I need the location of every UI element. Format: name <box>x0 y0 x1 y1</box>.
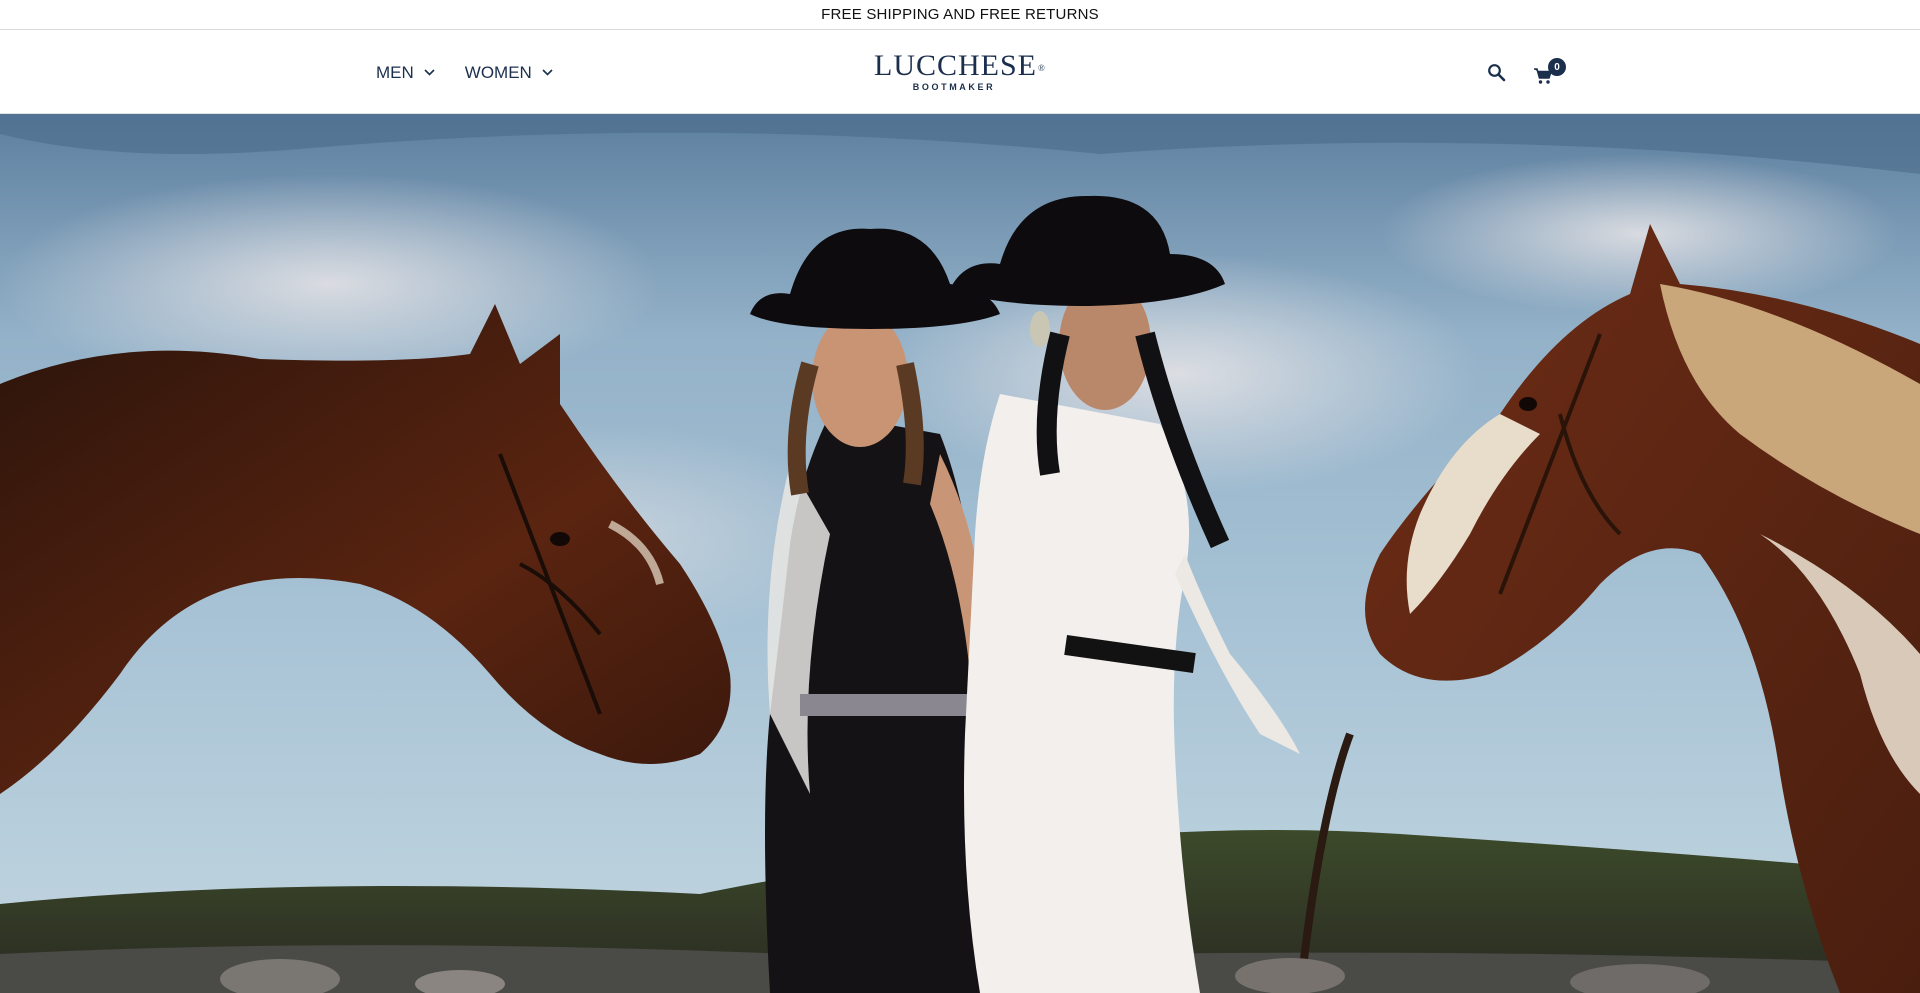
logo-tagline: BOOTMAKER <box>912 82 996 92</box>
search-button[interactable] <box>1486 62 1508 84</box>
chevron-down-icon <box>542 69 553 76</box>
hero-image <box>0 114 1920 993</box>
cart-count-badge: 0 <box>1548 58 1566 76</box>
brand-logo[interactable]: LUCCHESE® BOOTMAKER <box>874 49 1046 97</box>
main-nav: MEN WOMEN <box>376 31 553 114</box>
nav-item-label: MEN <box>376 62 414 82</box>
cart-button[interactable]: 0 <box>1533 58 1573 88</box>
nav-item-women[interactable]: WOMEN <box>465 63 553 83</box>
announcement-text: FREE SHIPPING AND FREE RETURNS <box>821 6 1099 23</box>
site-header: MEN WOMEN LUCCHESE® BOOTMAKER 0 <box>0 31 1920 114</box>
search-icon <box>1486 64 1508 88</box>
nav-item-men[interactable]: MEN <box>376 63 435 83</box>
announcement-bar: FREE SHIPPING AND FREE RETURNS <box>0 0 1920 30</box>
hero-banner[interactable] <box>0 114 1920 993</box>
logo-wordmark: LUCCHESE® <box>874 49 1046 82</box>
nav-item-label: WOMEN <box>464 62 532 82</box>
chevron-down-icon <box>424 69 435 76</box>
